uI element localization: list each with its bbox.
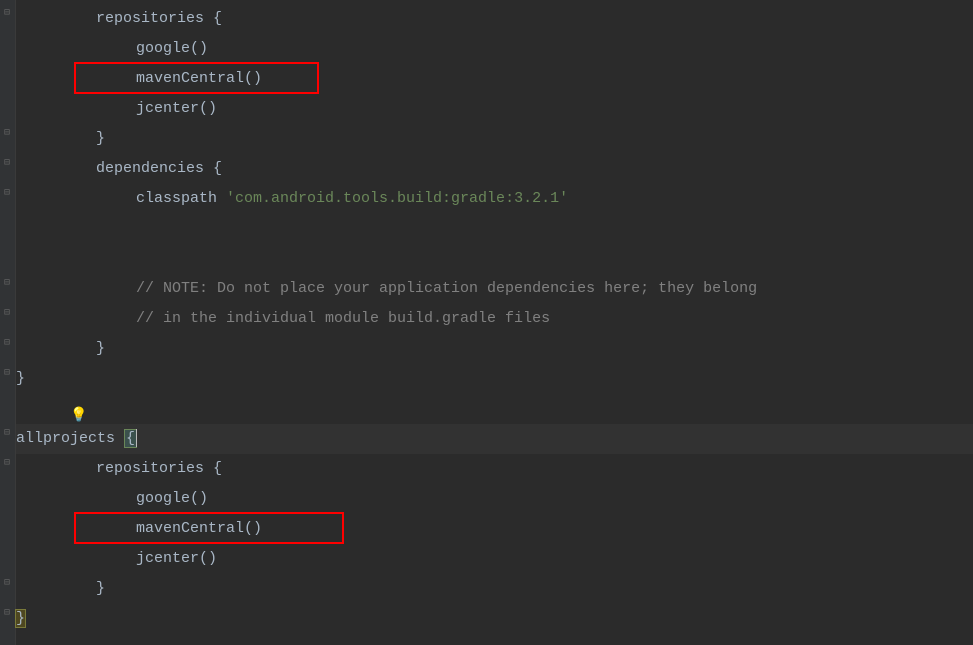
code-line: google() [16,484,973,514]
fold-icon[interactable]: ⊟ [4,610,12,618]
token: jcenter() [136,550,217,567]
fold-icon[interactable]: ⊟ [4,580,12,588]
token: google() [136,40,208,57]
fold-icon[interactable]: ⊟ [4,460,12,468]
brace-highlight: } [16,610,25,627]
token: repositories [96,460,204,477]
token: mavenCentral() [136,70,262,87]
code-line: mavenCentral() [16,64,973,94]
code-line: google() [16,34,973,64]
intention-bulb-icon[interactable]: 💡 [70,401,86,417]
token: allprojects [16,430,115,447]
code-line: dependencies { [16,154,973,184]
text-caret [136,429,137,447]
fold-icon[interactable]: ⊟ [4,430,12,438]
code-line: } [16,574,973,604]
code-line: mavenCentral() [16,514,973,544]
code-line: jcenter() [16,94,973,124]
code-line: repositories { [16,4,973,34]
token: { [204,460,222,477]
code-line: } [16,334,973,364]
fold-icon[interactable]: ⊟ [4,190,12,198]
token: dependencies [96,160,204,177]
code-line-blank: 💡 [16,394,973,424]
token-comment: // NOTE: Do not place your application d… [136,280,757,297]
token: } [96,340,105,357]
fold-icon[interactable]: ⊟ [4,370,12,378]
code-editor[interactable]: ⊟ ⊟ ⊟ ⊟ ⊟ ⊟ ⊟ ⊟ ⊟ ⊟ ⊟ ⊟ repositories { g… [0,0,973,645]
token-string: 'com.android.tools.build:gradle:3.2.1' [217,190,568,207]
code-line: } [16,364,973,394]
code-line: } [16,124,973,154]
code-line-blank [16,214,973,244]
code-line: } [16,604,973,634]
token: } [16,370,25,387]
code-area[interactable]: repositories { google() mavenCentral() j… [16,0,973,645]
gutter: ⊟ ⊟ ⊟ ⊟ ⊟ ⊟ ⊟ ⊟ ⊟ ⊟ ⊟ ⊟ [0,0,16,645]
fold-icon[interactable]: ⊟ [4,280,12,288]
code-line-blank [16,244,973,274]
fold-icon[interactable]: ⊟ [4,340,12,348]
fold-icon[interactable]: ⊟ [4,310,12,318]
token: classpath [136,190,217,207]
token: } [96,130,105,147]
code-line: classpath 'com.android.tools.build:gradl… [16,184,973,214]
code-line: // in the individual module build.gradle… [16,304,973,334]
fold-icon[interactable]: ⊟ [4,160,12,168]
token: repositories [96,10,204,27]
token: google() [136,490,208,507]
fold-icon[interactable]: ⊟ [4,10,12,18]
token: mavenCentral() [136,520,262,537]
token: } [96,580,105,597]
token: jcenter() [136,100,217,117]
code-line-current: allprojects { [16,424,973,454]
token: { [204,10,222,27]
code-line: // NOTE: Do not place your application d… [16,274,973,304]
fold-icon[interactable]: ⊟ [4,130,12,138]
token: { [204,160,222,177]
code-line: jcenter() [16,544,973,574]
token-comment: // in the individual module build.gradle… [136,310,550,327]
code-line: repositories { [16,454,973,484]
